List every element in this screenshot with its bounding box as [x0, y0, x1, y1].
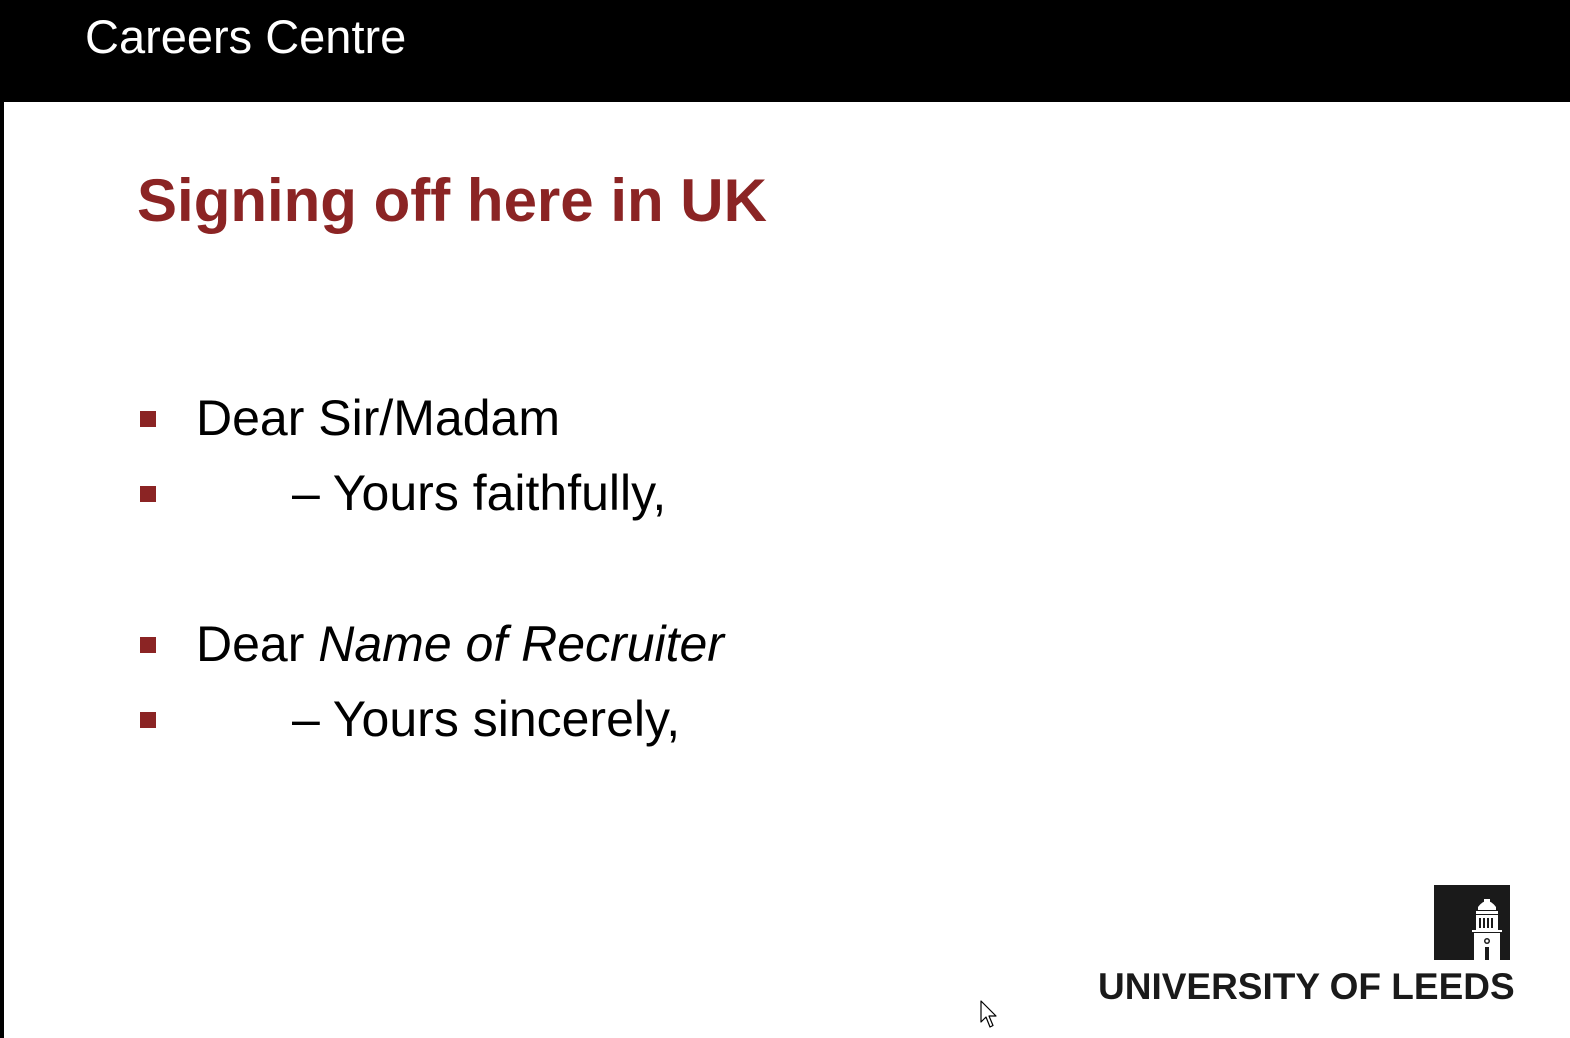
bullet-item: – Yours sincerely,	[140, 689, 1040, 749]
bullet-item: Dear Name of Recruiter	[140, 614, 1040, 674]
bullet-item: – Yours faithfully,	[140, 463, 1040, 523]
square-bullet-icon	[140, 712, 156, 728]
square-bullet-icon	[140, 411, 156, 427]
square-bullet-icon	[140, 637, 156, 653]
header-bar: Careers Centre	[0, 0, 1570, 102]
bullet-italic-text: Name of Recruiter	[318, 616, 724, 672]
header-title: Careers Centre	[85, 10, 407, 63]
bullet-item: Dear Sir/Madam	[140, 388, 1040, 448]
university-logo-text: UNIVERSITY OF LEEDS	[1098, 966, 1515, 1007]
university-tower-crest-icon	[1434, 885, 1510, 960]
left-edge-border	[0, 0, 4, 1038]
mouse-pointer-icon	[980, 1000, 1000, 1030]
slide: Careers Centre Signing off here in UK De…	[0, 0, 1570, 1038]
bullet-text: – Yours faithfully,	[292, 465, 667, 521]
square-bullet-icon	[140, 486, 156, 502]
bullet-text: Dear Sir/Madam	[196, 390, 560, 446]
bullet-prefix: Dear	[196, 616, 319, 672]
bullet-text: Dear Name of Recruiter	[196, 614, 724, 674]
slide-title: Signing off here in UK	[137, 167, 767, 234]
bullet-text: – Yours sincerely,	[292, 691, 681, 747]
